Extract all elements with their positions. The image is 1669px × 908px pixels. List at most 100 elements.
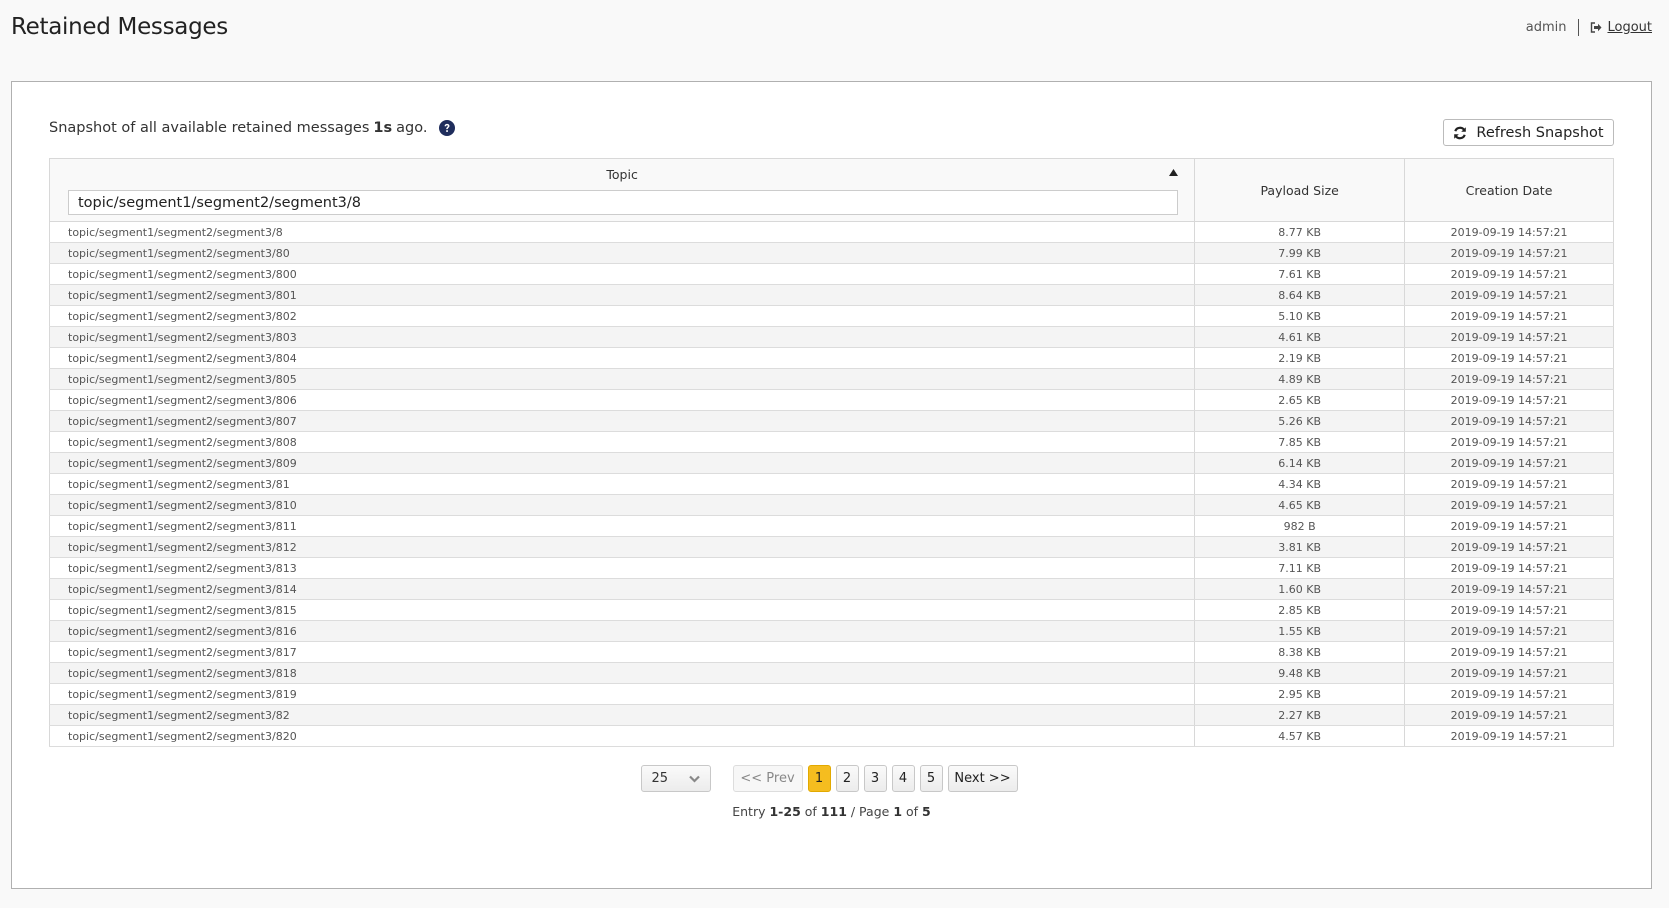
creation-date-cell: 2019-09-19 14:57:21 [1404,704,1614,726]
creation-date-cell: 2019-09-19 14:57:21 [1404,284,1614,306]
snapshot-prefix: Snapshot of all available retained messa… [49,120,370,136]
topic-cell: topic/segment1/segment2/segment3/80 [48,242,1196,264]
snapshot-suffix: ago. [396,120,428,136]
table-row[interactable]: topic/segment1/segment2/segment3/820 4.57… [48,725,1614,747]
table-row[interactable]: topic/segment1/segment2/segment3/811 982 … [48,515,1614,537]
table-row[interactable]: topic/segment1/segment2/segment3/814 1.60… [48,578,1614,600]
of-label: of [804,804,817,819]
topic-cell: topic/segment1/segment2/segment3/800 [48,263,1196,285]
table-row[interactable]: topic/segment1/segment2/segment3/813 7.11… [48,557,1614,579]
current-page-number: 1 [893,804,903,819]
creation-date-cell: 2019-09-19 14:57:21 [1404,494,1614,516]
topic-cell: topic/segment1/segment2/segment3/801 [48,284,1196,306]
payload-size-cell: 7.85 KB [1194,431,1406,453]
topic-cell: topic/segment1/segment2/segment3/82 [48,704,1196,726]
page-size-value: 25 [651,771,669,786]
entry-summary: Entry 1-25 of 111 / Page 1 of 5 [12,804,1651,819]
table-row[interactable]: topic/segment1/segment2/segment3/803 4.61… [48,326,1614,348]
creation-date-cell: 2019-09-19 14:57:21 [1404,410,1614,432]
payload-size-cell: 4.61 KB [1194,326,1406,348]
table-row[interactable]: topic/segment1/segment2/segment3/815 2.85… [48,599,1614,621]
creation-date-cell: 2019-09-19 14:57:21 [1404,305,1614,327]
table-row[interactable]: topic/segment1/segment2/segment3/819 2.95… [48,683,1614,705]
table-row[interactable]: topic/segment1/segment2/segment3/808 7.85… [48,431,1614,453]
payload-size-cell: 7.61 KB [1194,263,1406,285]
chevron-down-icon [688,775,700,783]
page-button-5[interactable]: 5 [919,765,943,792]
payload-size-cell: 6.14 KB [1194,452,1406,474]
topic-cell: topic/segment1/segment2/segment3/807 [48,410,1196,432]
table-row[interactable]: topic/segment1/segment2/segment3/82 2.27 … [48,704,1614,726]
page-button-2[interactable]: 2 [835,765,859,792]
logout-label: Logout [1607,20,1652,35]
topic-cell: topic/segment1/segment2/segment3/814 [48,578,1196,600]
payload-size-cell: 2.27 KB [1194,704,1406,726]
table-row[interactable]: topic/segment1/segment2/segment3/817 8.38… [48,641,1614,663]
prev-page-button[interactable]: << Prev [732,765,803,792]
table-row[interactable]: topic/segment1/segment2/segment3/80 7.99 … [48,242,1614,264]
logout-link[interactable]: Logout [1590,20,1652,35]
payload-size-cell: 4.57 KB [1194,725,1406,747]
topic-cell: topic/segment1/segment2/segment3/811 [48,515,1196,537]
page-button-1[interactable]: 1 [807,765,831,792]
creation-date-cell: 2019-09-19 14:57:21 [1404,347,1614,369]
payload-size-cell: 4.65 KB [1194,494,1406,516]
username: admin [1525,20,1567,35]
topic-cell: topic/segment1/segment2/segment3/81 [48,473,1196,495]
next-page-button[interactable]: Next >> [947,765,1018,792]
topic-cell: topic/segment1/segment2/segment3/815 [48,599,1196,621]
refresh-snapshot-button[interactable]: Refresh Snapshot [1443,119,1614,146]
topic-cell: topic/segment1/segment2/segment3/819 [48,683,1196,705]
page-button-3[interactable]: 3 [863,765,887,792]
column-header-creation-date[interactable]: Creation Date [1404,158,1614,222]
creation-date-cell: 2019-09-19 14:57:21 [1404,641,1614,663]
table-row[interactable]: topic/segment1/segment2/segment3/802 5.10… [48,305,1614,327]
payload-size-cell: 8.64 KB [1194,284,1406,306]
table-row[interactable]: topic/segment1/segment2/segment3/807 5.26… [48,410,1614,432]
table-row[interactable]: topic/segment1/segment2/segment3/8 8.77 K… [48,221,1614,243]
creation-date-cell: 2019-09-19 14:57:21 [1404,326,1614,348]
entry-range: 1-25 [769,804,801,819]
sort-ascending-icon[interactable] [1169,169,1179,176]
user-area: admin Logout [1526,19,1652,36]
table-row[interactable]: topic/segment1/segment2/segment3/812 3.81… [48,536,1614,558]
table-row[interactable]: topic/segment1/segment2/segment3/809 6.14… [48,452,1614,474]
table-row[interactable]: topic/segment1/segment2/segment3/801 8.64… [48,284,1614,306]
page-number-list: 12345 [807,765,948,792]
table-row[interactable]: topic/segment1/segment2/segment3/806 2.65… [48,389,1614,411]
page-button-4[interactable]: 4 [891,765,915,792]
table-row[interactable]: topic/segment1/segment2/segment3/818 9.48… [48,662,1614,684]
user-separator [1578,19,1580,36]
topic-cell: topic/segment1/segment2/segment3/820 [48,725,1196,747]
table-row[interactable]: topic/segment1/segment2/segment3/816 1.55… [48,620,1614,642]
topic-cell: topic/segment1/segment2/segment3/813 [48,557,1196,579]
table-row[interactable]: topic/segment1/segment2/segment3/805 4.89… [48,368,1614,390]
column-header-payload-size[interactable]: Payload Size [1194,158,1406,222]
topic-cell: topic/segment1/segment2/segment3/812 [48,536,1196,558]
payload-size-cell: 5.10 KB [1194,305,1406,327]
payload-size-cell: 2.19 KB [1194,347,1406,369]
page-size-select[interactable]: 25 [640,765,711,792]
topic-filter-input[interactable] [68,190,1178,215]
entry-label: Entry [732,804,766,819]
table-row[interactable]: topic/segment1/segment2/segment3/804 2.19… [48,347,1614,369]
table-header-row: Topic Payload Size Creation Date [48,158,1614,222]
retained-messages-panel: Snapshot of all available retained messa… [11,81,1652,889]
creation-date-cell: 2019-09-19 14:57:21 [1404,452,1614,474]
payload-size-cell: 1.60 KB [1194,578,1406,600]
table-row[interactable]: topic/segment1/segment2/segment3/800 7.61… [48,263,1614,285]
column-header-topic[interactable]: Topic [48,158,1196,222]
payload-size-cell: 2.65 KB [1194,389,1406,411]
creation-date-cell: 2019-09-19 14:57:21 [1404,683,1614,705]
question-circle-icon[interactable] [439,120,456,136]
payload-size-cell: 2.85 KB [1194,599,1406,621]
page-title: Retained Messages [11,14,228,40]
table-row[interactable]: topic/segment1/segment2/segment3/810 4.65… [48,494,1614,516]
payload-size-cell: 982 B [1194,515,1406,537]
refresh-snapshot-label: Refresh Snapshot [1476,124,1604,141]
snapshot-info: Snapshot of all available retained messa… [49,120,456,136]
table-row[interactable]: topic/segment1/segment2/segment3/81 4.34 … [48,473,1614,495]
payload-size-cell: 7.11 KB [1194,557,1406,579]
topic-cell: topic/segment1/segment2/segment3/806 [48,389,1196,411]
topic-cell: topic/segment1/segment2/segment3/816 [48,620,1196,642]
